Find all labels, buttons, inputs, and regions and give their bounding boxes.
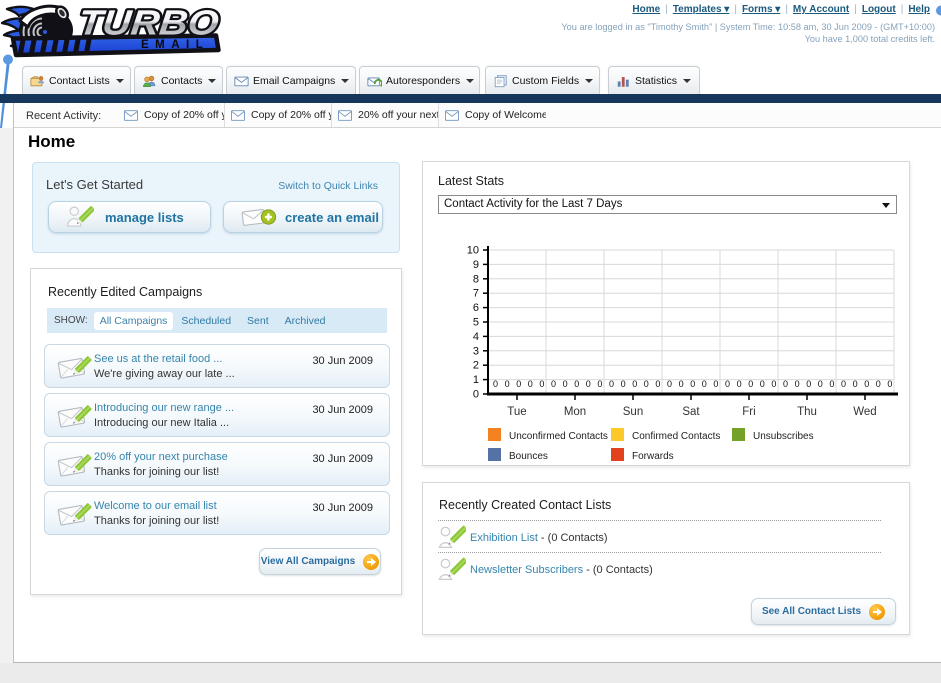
svg-text:0: 0 [713, 379, 718, 389]
svg-text:0: 0 [690, 379, 695, 389]
svg-text:Sat: Sat [682, 406, 700, 418]
svg-text:0: 0 [528, 379, 533, 389]
svg-text:0: 0 [516, 379, 521, 389]
svg-text:0: 0 [876, 379, 881, 389]
svg-text:0: 0 [702, 379, 707, 389]
svg-text:0: 0 [771, 379, 776, 389]
svg-text:0: 0 [748, 379, 753, 389]
svg-text:4: 4 [473, 331, 479, 343]
svg-text:0: 0 [887, 379, 892, 389]
svg-text:0: 0 [563, 379, 568, 389]
svg-text:5: 5 [473, 317, 479, 329]
svg-text:0: 0 [841, 379, 846, 389]
svg-text:0: 0 [725, 379, 730, 389]
svg-text:TURBO: TURBO [77, 4, 221, 43]
svg-text:0: 0 [473, 389, 479, 401]
svg-text:0: 0 [632, 379, 637, 389]
svg-text:8: 8 [473, 273, 479, 285]
svg-text:0: 0 [493, 379, 498, 389]
svg-text:0: 0 [505, 379, 510, 389]
svg-text:0: 0 [853, 379, 858, 389]
svg-text:0: 0 [574, 379, 579, 389]
svg-text:Thu: Thu [797, 406, 817, 418]
svg-text:0: 0 [806, 379, 811, 389]
svg-text:0: 0 [783, 379, 788, 389]
svg-text:0: 0 [737, 379, 742, 389]
svg-text:0: 0 [679, 379, 684, 389]
svg-text:0: 0 [655, 379, 660, 389]
svg-text:0: 0 [644, 379, 649, 389]
svg-text:Mon: Mon [564, 406, 586, 418]
svg-text:3: 3 [473, 345, 479, 357]
svg-text:Fri: Fri [742, 406, 755, 418]
svg-text:Sun: Sun [623, 406, 643, 418]
svg-text:0: 0 [760, 379, 765, 389]
svg-text:0: 0 [597, 379, 602, 389]
svg-text:0: 0 [621, 379, 626, 389]
svg-text:7: 7 [473, 288, 479, 300]
svg-text:Wed: Wed [853, 406, 876, 418]
svg-text:0: 0 [539, 379, 544, 389]
svg-text:0: 0 [609, 379, 614, 389]
svg-text:0: 0 [551, 379, 556, 389]
svg-text:0: 0 [829, 379, 834, 389]
svg-text:0: 0 [667, 379, 672, 389]
svg-text:2: 2 [473, 360, 479, 372]
svg-text:0: 0 [818, 379, 823, 389]
svg-text:Tue: Tue [507, 406, 526, 418]
svg-text:0: 0 [795, 379, 800, 389]
svg-text:6: 6 [473, 302, 479, 314]
svg-text:10: 10 [467, 245, 479, 257]
svg-text:0: 0 [586, 379, 591, 389]
svg-text:1: 1 [473, 374, 479, 386]
svg-text:0: 0 [864, 379, 869, 389]
svg-text:9: 9 [473, 259, 479, 271]
